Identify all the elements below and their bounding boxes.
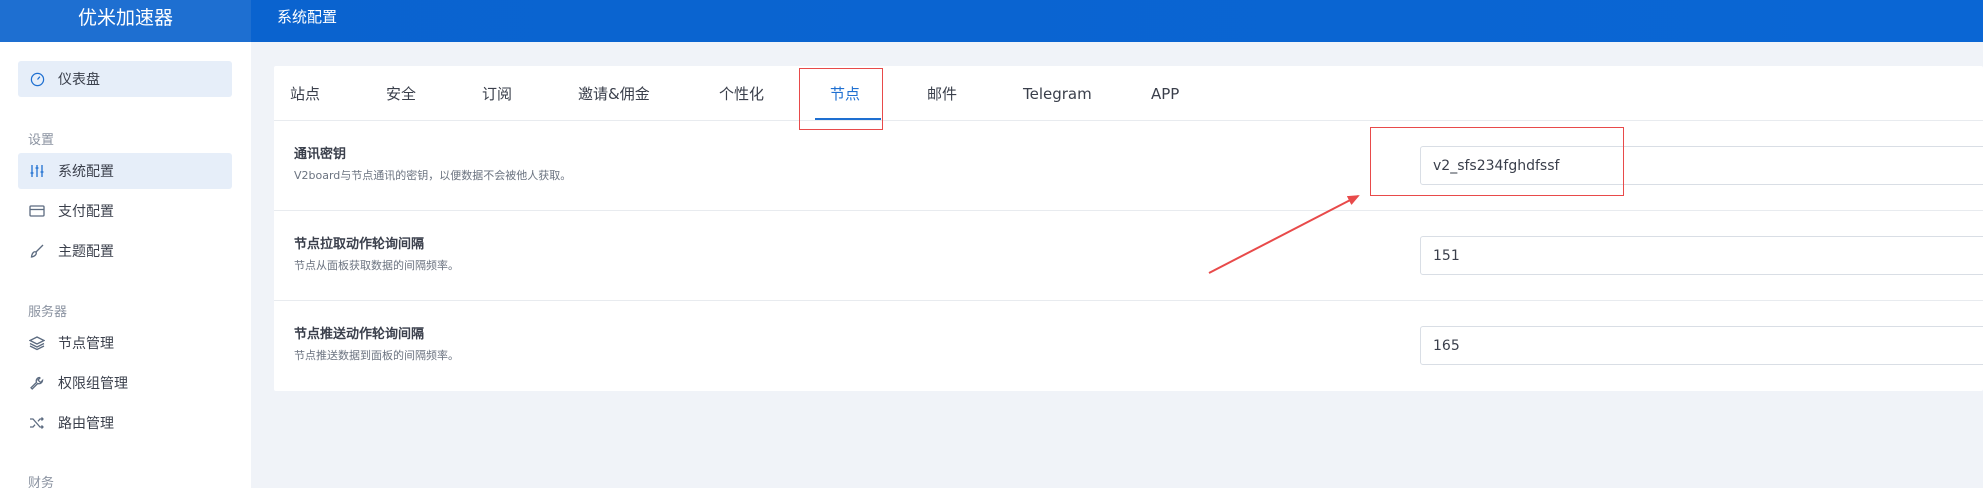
sidebar-item-label: 支付配置 — [58, 204, 114, 220]
setting-row-comm-key: 通讯密钥 V2board与节点通讯的密钥，以便数据不会被他人获取。 v2_sfs… — [274, 121, 1983, 211]
app-name: 优米加速器 — [77, 6, 173, 29]
sidebar-item-theme-config[interactable]: 主题配置 — [18, 233, 232, 269]
sidebar-item-label: 系统配置 — [58, 164, 114, 180]
settings-tabs: 站点 安全 订阅 邀请&佣金 个性化 节点 邮件 Telegram APP — [274, 66, 1983, 121]
tab-invite-commission[interactable]: 邀请&佣金 — [578, 66, 650, 121]
sidebar-group-settings: 设置 — [28, 133, 55, 148]
tab-subscription[interactable]: 订阅 — [482, 66, 512, 121]
sidebar-item-label: 权限组管理 — [58, 376, 128, 392]
credit-card-icon — [28, 202, 46, 220]
sidebar-group-server: 服务器 — [28, 305, 68, 320]
tab-personalize[interactable]: 个性化 — [719, 66, 764, 121]
header: 优米加速器 系统配置 — [0, 0, 1983, 42]
sidebar-item-dashboard[interactable]: 仪表盘 — [18, 61, 232, 97]
tab-telegram[interactable]: Telegram — [1023, 66, 1092, 121]
settings-panel: 站点 安全 订阅 邀请&佣金 个性化 节点 邮件 Telegram APP 通讯… — [274, 66, 1983, 391]
dashboard-icon — [28, 70, 46, 88]
pull-interval-input[interactable]: 151 — [1420, 236, 1983, 275]
brush-icon — [28, 242, 46, 260]
setting-description: 节点推送数据到面板的间隔频率。 — [294, 349, 459, 362]
sidebar-item-label: 节点管理 — [58, 336, 114, 352]
sidebar: 仪表盘 设置 系统配置 支付配置 主题配置 服务器 节点管理 权限组管理 路由管… — [0, 42, 251, 488]
wrench-icon — [28, 374, 46, 392]
shuffle-icon — [28, 414, 46, 432]
sidebar-item-node-management[interactable]: 节点管理 — [18, 325, 232, 361]
sidebar-item-payment-config[interactable]: 支付配置 — [18, 193, 232, 229]
layers-icon — [28, 334, 46, 352]
sidebar-item-system-config[interactable]: 系统配置 — [18, 153, 232, 189]
sidebar-item-label: 路由管理 — [58, 416, 114, 432]
app-brand[interactable]: 优米加速器 — [0, 0, 251, 42]
setting-label: 通讯密钥 — [294, 147, 347, 162]
tab-security[interactable]: 安全 — [386, 66, 416, 121]
tab-highlight-box — [799, 68, 883, 130]
setting-description: 节点从面板获取数据的间隔频率。 — [294, 259, 459, 272]
setting-label: 节点拉取动作轮询间隔 — [294, 237, 425, 252]
push-interval-input[interactable]: 165 — [1420, 326, 1983, 365]
setting-description: V2board与节点通讯的密钥，以便数据不会被他人获取。 — [294, 169, 572, 182]
tab-app[interactable]: APP — [1151, 66, 1179, 121]
setting-row-push-interval: 节点推送动作轮询间隔 节点推送数据到面板的间隔频率。 165 — [274, 301, 1983, 391]
tab-mail[interactable]: 邮件 — [927, 66, 957, 121]
sliders-icon — [28, 162, 46, 180]
sidebar-item-permission-group[interactable]: 权限组管理 — [18, 365, 232, 401]
page-title: 系统配置 — [277, 7, 338, 26]
setting-label: 节点推送动作轮询间隔 — [294, 327, 425, 342]
tab-site[interactable]: 站点 — [290, 66, 320, 121]
input-highlight-box — [1370, 127, 1624, 196]
sidebar-item-label: 主题配置 — [58, 244, 114, 260]
sidebar-item-label: 仪表盘 — [58, 72, 100, 88]
topbar: 系统配置 — [251, 0, 1983, 42]
setting-row-pull-interval: 节点拉取动作轮询间隔 节点从面板获取数据的间隔频率。 151 — [274, 211, 1983, 301]
sidebar-item-route-management[interactable]: 路由管理 — [18, 405, 232, 441]
sidebar-group-finance: 财务 — [28, 476, 55, 488]
